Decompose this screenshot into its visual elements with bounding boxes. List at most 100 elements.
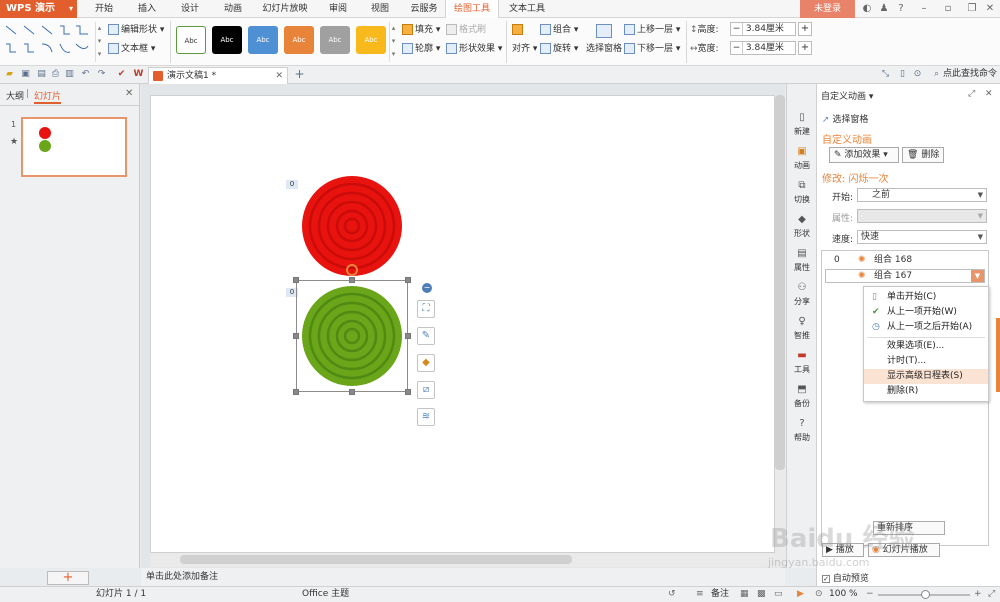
strip-recommend[interactable]: ♀ 智推 [787,316,817,341]
tab-drawing-tools[interactable]: 绘图工具 [445,0,499,19]
resize-handle[interactable] [349,277,355,283]
resize-handle[interactable] [293,277,299,283]
menu-item-click-start[interactable]: ▯ 单击开始(C) [864,290,988,305]
reading-view-icon[interactable]: ▭ [774,587,783,602]
animation-item[interactable]: 0 ✺ 组合 168 [822,253,988,268]
minimize-icon[interactable]: – [918,3,930,15]
speed-select[interactable]: 快速 ▼ [857,230,987,244]
tab-slideshow[interactable]: 幻灯片放映 [259,0,311,18]
search-icon[interactable]: ⌕ [931,69,942,80]
layers-icon[interactable]: ≋ [417,408,435,426]
undock-icon[interactable]: ⤢ [968,89,975,99]
menu-item-delete[interactable]: 删除(R) [864,384,988,399]
rotate-handle[interactable] [346,264,358,276]
height-input[interactable]: − 3.84厘米 [730,22,796,36]
property-select[interactable]: ▼ [857,209,987,223]
save-icon[interactable]: ▣ [20,69,31,80]
resize-handle[interactable] [405,333,411,339]
zoom-slider-thumb[interactable] [921,590,930,599]
crop-icon[interactable]: ⛶ [417,300,435,318]
start-select[interactable]: 之前 ▼ [857,188,987,202]
collapse-icon[interactable]: ⤡ [880,69,891,80]
preview-icon[interactable]: ▥ [64,69,75,80]
sorter-view-icon[interactable]: ▩ [757,587,766,602]
selection-pane-link[interactable]: ➚ 选择窗格 [822,112,868,125]
tab-home[interactable]: 开始 [88,0,120,18]
tab-cloud[interactable]: 云服务 [404,0,444,18]
normal-view-icon[interactable]: ▦ [740,587,749,602]
resize-handle[interactable] [349,389,355,395]
zoom-in-icon[interactable]: + [974,587,982,602]
width-plus[interactable]: + [798,41,812,55]
add-slide-button[interactable]: + [47,571,89,585]
strip-new[interactable]: ▯ 新建 [787,112,817,137]
line-shapes-gallery[interactable] [4,22,92,62]
check-icon[interactable]: ✔ [116,69,127,80]
play-slideshow-icon[interactable]: ▶ [797,587,804,602]
zoom-level[interactable]: 100 % [829,587,858,602]
history-icon[interactable]: ↺ [668,587,676,602]
animation-tag[interactable]: 0 [286,180,298,189]
delete-effect-button[interactable]: 🗑 删除 [902,147,944,163]
pin-icon[interactable]: ⊙ [815,587,823,602]
fit-window-icon[interactable]: ⤢ [988,587,995,602]
close-panel-icon[interactable]: ✕ [985,89,993,99]
doc-icon[interactable]: ▯ [897,69,908,80]
add-effect-button[interactable]: ✎ 添加效果 ▾ [829,147,899,163]
height-minus[interactable]: − [731,23,743,35]
format-brush-button[interactable]: 格式刷 [446,23,486,37]
edit-shape-icon[interactable]: ✎ [417,327,435,345]
menu-item-effect-options[interactable]: 效果选项(E)... [864,339,988,354]
document-tab[interactable]: 演示文稿1 * ✕ [148,67,288,84]
edit-shape-button[interactable]: 编辑形状 ▾ [108,23,164,37]
shape-effect-button[interactable]: 形状效果 ▾ [446,42,502,56]
app-menu-button[interactable]: WPS 演示 ▾ [0,0,77,18]
strip-share[interactable]: ⚇ 分享 [787,282,817,307]
slide-canvas[interactable] [150,95,775,553]
strip-backup[interactable]: ⬒ 备份 [787,384,817,409]
menu-item-timing[interactable]: 计时(T)... [864,354,988,369]
command-search[interactable]: 点此查找命令 [943,69,997,80]
resize-handle[interactable] [293,333,299,339]
style-scroll[interactable]: ▴ ▾ ▾ [389,22,397,62]
horizontal-scroll-thumb[interactable] [180,555,572,564]
tab-review[interactable]: 审阅 [322,0,354,18]
shirt-icon[interactable]: ♟ [878,3,890,15]
strip-property[interactable]: ▤ 属性 [787,248,817,273]
group-button[interactable]: 组合 ▾ [540,23,578,37]
login-button[interactable]: 未登录 [800,0,855,18]
style-swatch-white[interactable]: Abc [176,26,206,54]
outline-button[interactable]: 轮廓 ▾ [402,42,440,56]
gallery-scroll[interactable]: ▴ ▾ ▾ [95,22,103,62]
resize-handle[interactable] [293,389,299,395]
export-icon[interactable]: ▤ [36,69,47,80]
zoom-out-icon[interactable]: − [866,587,874,602]
tab-insert[interactable]: 插入 [131,0,163,18]
height-plus[interactable]: + [798,22,812,36]
bring-forward-button[interactable]: 上移一层 ▾ [624,23,680,37]
align-icon-button[interactable] [512,23,525,37]
fill-bucket-icon[interactable]: ◆ [417,354,435,372]
new-tab-icon[interactable]: + [294,68,305,80]
fill-button[interactable]: 填充 ▾ [402,23,440,37]
tab-text-tools[interactable]: 文本工具 [502,0,552,18]
notes-toggle[interactable]: 备注 [711,587,729,602]
tab-design[interactable]: 设计 [174,0,206,18]
notes-area[interactable]: 单击此处添加备注 [141,568,785,586]
strip-tools[interactable]: ▬ 工具 [787,350,817,375]
undo-icon[interactable]: ↶ [80,69,91,80]
slide-thumbnail[interactable] [21,117,127,177]
tab-slides[interactable]: 幻灯片 [34,89,62,104]
width-minus[interactable]: − [731,42,743,54]
width-input[interactable]: − 3.84厘米 [730,41,796,55]
style-swatch-blue[interactable]: Abc [248,26,278,54]
wps-icon[interactable]: W [133,69,144,80]
vertical-scroll-thumb[interactable] [775,95,785,470]
selection-pane-button[interactable]: 选择窗格 [586,42,622,56]
tab-view[interactable]: 视图 [364,0,396,18]
animation-item-selected[interactable]: ✺ 组合 167 [825,269,985,283]
resize-handle[interactable] [405,389,411,395]
strip-animation[interactable]: ▣ 动画 [787,146,817,171]
close-pane-icon[interactable]: ✕ [125,88,133,99]
style-swatch-orange[interactable]: Abc [284,26,314,54]
